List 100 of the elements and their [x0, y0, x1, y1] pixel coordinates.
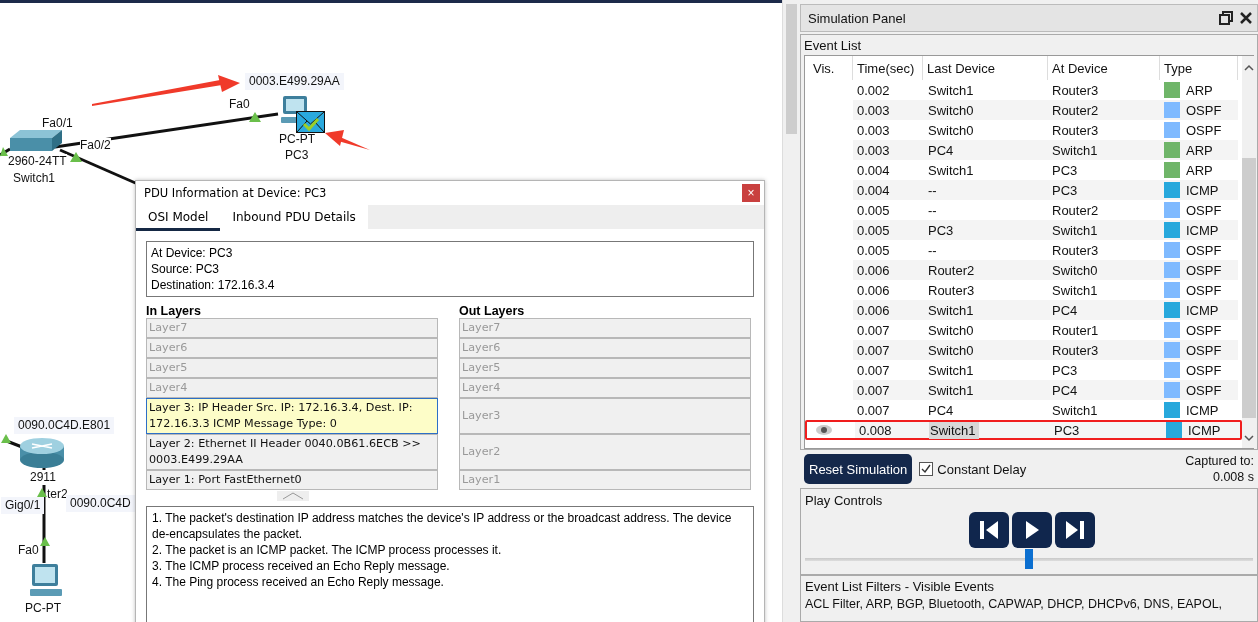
checkbox-label[interactable]: Constant Delay: [937, 461, 1027, 477]
table-cell: OSPF: [1186, 102, 1222, 118]
table-cell: ICMP: [1186, 302, 1219, 318]
table-cell: ARP: [1186, 162, 1213, 178]
switch-icon[interactable]: [10, 128, 62, 152]
event-row[interactable]: 0.005 PC3 Switch1 ICMP: [805, 220, 1242, 240]
table-cell-text: PC3: [927, 221, 955, 239]
column-header[interactable]: Time(sec): [853, 56, 923, 80]
table-cell: OSPF: [1186, 242, 1222, 258]
close-icon[interactable]: [1239, 11, 1253, 25]
event-row[interactable]: 0.005 -- Router3 OSPF: [805, 240, 1242, 260]
info-line: Destination: 172.16.3.4: [151, 277, 276, 293]
event-row[interactable]: 0.007 Switch1 PC3 OSPF: [805, 360, 1242, 380]
play-button[interactable]: [1012, 512, 1052, 548]
event-row[interactable]: 0.008 Switch1 PC3 ICMP: [805, 420, 1242, 440]
table-cell: OSPF: [1186, 202, 1222, 218]
checkbox[interactable]: [919, 462, 934, 476]
dialog-title: PDU Information at Device: PC3: [144, 186, 327, 200]
event-row[interactable]: 0.007 Switch0 Router3 OSPF: [805, 340, 1242, 360]
table-cell: OSPF: [1186, 342, 1222, 358]
table-cell-text: Switch1: [1051, 401, 1099, 420]
forward-button[interactable]: [1055, 512, 1095, 548]
table-cell-text: Switch1: [927, 301, 975, 319]
table-cell: 0.007: [853, 340, 923, 360]
table-cell: OSPF: [1186, 382, 1222, 398]
event-row[interactable]: 0.004 Switch1 PC3 ARP: [805, 160, 1242, 180]
event-row[interactable]: 0.007 Switch1 PC4 OSPF: [805, 380, 1242, 400]
table-cell: Switch0: [1048, 260, 1160, 280]
table-cell: PC3: [1048, 180, 1160, 200]
restore-icon[interactable]: [1219, 11, 1233, 25]
pc-icon[interactable]: [28, 563, 64, 599]
event-row[interactable]: 0.007 Switch0 Router1 OSPF: [805, 320, 1242, 340]
info-line: At Device: PC3: [151, 245, 234, 261]
collapse-handle[interactable]: [277, 491, 309, 501]
table-cell-text: 0.007: [856, 401, 891, 420]
triangle-icon: [37, 488, 47, 497]
column-header[interactable]: At Device: [1048, 56, 1160, 80]
column-header[interactable]: Type: [1160, 56, 1238, 80]
event-row[interactable]: 0.007 PC4 Switch1 ICMP: [805, 400, 1242, 420]
layer-item[interactable]: Layer 3: IP Header Src. IP: 172.16.3.4, Dest. IP: 172.16.3.3 ICMP Message Type: 0: [146, 398, 438, 434]
table-cell-text: PC4: [927, 401, 955, 419]
table-cell-text: Switch1: [927, 81, 975, 99]
event-row[interactable]: 0.006 Switch1 PC4 ICMP: [805, 300, 1242, 320]
column-header[interactable]: Vis.: [805, 56, 853, 80]
triangle-icon: [1, 434, 11, 443]
table-cell: Switch1: [1048, 220, 1160, 240]
scrollbar[interactable]: [1242, 56, 1256, 448]
captured-label: Captured to:: [1185, 453, 1254, 469]
table-cell: ARP: [1186, 82, 1213, 98]
router-icon[interactable]: [20, 437, 64, 469]
back-button[interactable]: [969, 512, 1009, 548]
table-cell-text: 0.007: [856, 321, 891, 340]
table-cell: ARP: [1186, 142, 1213, 158]
table-cell-text: Switch0: [927, 121, 975, 139]
table-cell: 0.006: [853, 300, 923, 320]
event-row[interactable]: 0.003 Switch0 Router2 OSPF: [805, 100, 1242, 120]
event-row[interactable]: 0.005 -- Router2 OSPF: [805, 200, 1242, 220]
eye-icon[interactable]: [815, 424, 833, 436]
table-cell-text: Router3: [1051, 121, 1100, 140]
event-row[interactable]: 0.006 Router3 Switch1 OSPF: [805, 280, 1242, 300]
table-cell-text: Switch0: [927, 321, 975, 339]
table-cell-text: Router3: [1051, 81, 1100, 100]
event-row[interactable]: 0.002 Switch1 Router3 ARP: [805, 80, 1242, 100]
close-button[interactable]: ×: [742, 184, 760, 202]
event-row[interactable]: 0.003 PC4 Switch1 ARP: [805, 140, 1242, 160]
table-cell-text: PC4: [927, 141, 955, 159]
table-cell-text: --: [927, 181, 938, 199]
event-row[interactable]: 0.003 Switch0 Router3 OSPF: [805, 120, 1242, 140]
event-row[interactable]: 0.006 Router2 Switch0 OSPF: [805, 260, 1242, 280]
event-row[interactable]: 0.004 -- PC3 ICMP: [805, 180, 1242, 200]
filter-list: ACL Filter, ARP, BGP, Bluetooth, CAPWAP, DHCP, DHCPv6, DNS, EAPOL,: [805, 596, 1253, 612]
annotation-arrow: [325, 130, 370, 150]
layer-item[interactable]: Layer 2: Ethernet II Header 0040.0B61.6ECB >> 0003.E499.29AA: [146, 434, 438, 470]
tab[interactable]: OSI Model: [136, 205, 221, 231]
down-caret-icon[interactable]: [1244, 434, 1254, 442]
column-header[interactable]: Last Device: [923, 56, 1048, 80]
table-cell-text: 0.007: [856, 361, 891, 380]
info-line: Source: PC3: [151, 261, 221, 277]
reset-simulation-button[interactable]: Reset Simulation: [804, 454, 913, 484]
table-cell: 0.003: [853, 100, 923, 120]
layer-item[interactable]: Layer 1: Port FastEthernet0: [146, 470, 438, 490]
table-cell-text: Switch1: [1051, 281, 1099, 300]
captured-value: 0.008 s: [1213, 469, 1254, 485]
skip-forward-icon: [1064, 520, 1086, 540]
device-label: Gig0/1: [1, 497, 45, 514]
device-label: 0003.E499.29AA: [245, 73, 344, 90]
scrollbar[interactable]: [782, 0, 800, 622]
pc-with-envelope-drawing[interactable]: [279, 95, 325, 133]
description-line: 3. The ICMP process received an Echo Reply message.: [152, 558, 451, 574]
up-caret-icon[interactable]: [1244, 64, 1254, 72]
slider-thumb[interactable]: [1025, 549, 1033, 569]
table-cell-text: --: [927, 201, 938, 219]
table-cell-text: Switch0: [927, 341, 975, 359]
table-cell-text: Router3: [927, 281, 976, 299]
table-cell: Router3: [1048, 340, 1160, 360]
column-heading: Out Layers: [459, 304, 526, 318]
table-cell: 0.005: [853, 220, 923, 240]
device-label: 0090.0C4D.E801: [14, 417, 115, 434]
table-cell: Switch1: [929, 421, 979, 439]
table-cell: 0.004: [853, 180, 923, 200]
